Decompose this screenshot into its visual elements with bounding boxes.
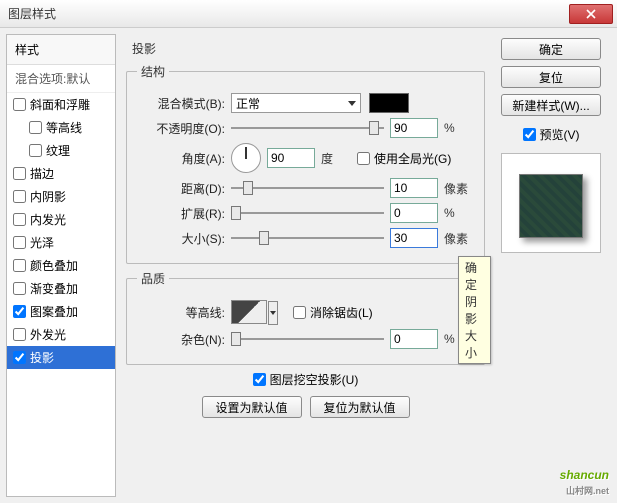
sidebar-item-label: 渐变叠加	[30, 280, 78, 297]
size-input[interactable]	[390, 228, 438, 248]
quality-group: 品质 等高线: 消除锯齿(L) 杂色(N): %	[126, 270, 485, 365]
structure-group: 结构 混合模式(B): 正常 不透明度(O): % 角度(A):	[126, 63, 485, 264]
sidebar-item-label: 内发光	[30, 211, 66, 228]
close-button[interactable]	[569, 4, 613, 24]
knockout-label: 图层挖空投影(U)	[270, 371, 359, 388]
opacity-label: 不透明度(O):	[137, 120, 225, 137]
sidebar-item-label: 投影	[30, 349, 54, 366]
sidebar-item-5[interactable]: 内发光	[7, 208, 115, 231]
opacity-input[interactable]	[390, 118, 438, 138]
sidebar-item-checkbox[interactable]	[13, 98, 26, 111]
blend-mode-value: 正常	[236, 95, 260, 112]
antialias-label: 消除锯齿(L)	[310, 304, 373, 321]
sidebar-item-4[interactable]: 内阴影	[7, 185, 115, 208]
distance-input[interactable]	[390, 178, 438, 198]
spread-slider[interactable]	[231, 204, 384, 222]
sidebar-item-label: 颜色叠加	[30, 257, 78, 274]
sidebar-item-6[interactable]: 光泽	[7, 231, 115, 254]
sidebar-item-checkbox[interactable]	[13, 259, 26, 272]
structure-legend: 结构	[137, 63, 169, 80]
sidebar-subheader[interactable]: 混合选项:默认	[7, 65, 115, 93]
sidebar-item-checkbox[interactable]	[13, 328, 26, 341]
preview-thumbnail	[519, 174, 583, 238]
angle-dial[interactable]	[231, 143, 261, 173]
opacity-slider[interactable]	[231, 119, 384, 137]
distance-slider[interactable]	[231, 179, 384, 197]
sidebar-item-checkbox[interactable]	[29, 144, 42, 157]
sidebar-item-10[interactable]: 外发光	[7, 323, 115, 346]
sidebar-item-checkbox[interactable]	[13, 213, 26, 226]
contour-picker[interactable]	[231, 300, 267, 324]
size-slider[interactable]	[231, 229, 384, 247]
sidebar-item-label: 纹理	[46, 142, 70, 159]
sidebar-item-label: 等高线	[46, 119, 82, 136]
contour-drop-icon[interactable]	[268, 301, 278, 325]
shadow-color-swatch[interactable]	[369, 93, 409, 113]
sidebar-item-label: 斜面和浮雕	[30, 96, 90, 113]
angle-input[interactable]	[267, 148, 315, 168]
sidebar-item-label: 外发光	[30, 326, 66, 343]
sidebar-item-3[interactable]: 描边	[7, 162, 115, 185]
sidebar-item-label: 描边	[30, 165, 54, 182]
sidebar-item-label: 光泽	[30, 234, 54, 251]
knockout-checkbox[interactable]: 图层挖空投影(U)	[253, 371, 359, 388]
global-light-label: 使用全局光(G)	[374, 150, 451, 167]
new-style-button[interactable]: 新建样式(W)...	[501, 94, 601, 116]
contour-label: 等高线:	[137, 304, 225, 321]
cancel-button[interactable]: 复位	[501, 66, 601, 88]
sidebar-item-label: 内阴影	[30, 188, 66, 205]
sidebar-item-7[interactable]: 颜色叠加	[7, 254, 115, 277]
preview-area	[501, 153, 601, 253]
sidebar-item-checkbox[interactable]	[13, 351, 26, 364]
noise-label: 杂色(N):	[137, 331, 225, 348]
sidebar-item-checkbox[interactable]	[29, 121, 42, 134]
blend-mode-combo[interactable]: 正常	[231, 93, 361, 113]
watermark: shancun 山村网.net	[560, 466, 609, 497]
sidebar-item-checkbox[interactable]	[13, 282, 26, 295]
antialias-checkbox[interactable]: 消除锯齿(L)	[293, 304, 373, 321]
sidebar-item-checkbox[interactable]	[13, 190, 26, 203]
dialog-title: 图层样式	[8, 5, 569, 22]
global-light-checkbox[interactable]: 使用全局光(G)	[357, 150, 451, 167]
sidebar-item-checkbox[interactable]	[13, 236, 26, 249]
sidebar-item-1[interactable]: 等高线	[7, 116, 115, 139]
layer-style-dialog: 图层样式 样式 混合选项:默认 斜面和浮雕等高线纹理描边内阴影内发光光泽颜色叠加…	[0, 0, 617, 503]
sidebar-item-8[interactable]: 渐变叠加	[7, 277, 115, 300]
sidebar-item-checkbox[interactable]	[13, 167, 26, 180]
preview-checkbox[interactable]: 预览(V)	[523, 126, 580, 143]
distance-unit: 像素	[444, 180, 474, 197]
sidebar-item-label: 图案叠加	[30, 303, 78, 320]
make-default-button[interactable]: 设置为默认值	[202, 396, 302, 418]
close-icon	[586, 9, 596, 19]
size-label: 大小(S):	[137, 230, 225, 247]
right-panel: 确定 复位 新建样式(W)... 预览(V)	[491, 34, 611, 497]
noise-slider[interactable]	[231, 330, 384, 348]
sidebar-item-9[interactable]: 图案叠加	[7, 300, 115, 323]
preview-label: 预览(V)	[540, 126, 580, 143]
styles-sidebar: 样式 混合选项:默认 斜面和浮雕等高线纹理描边内阴影内发光光泽颜色叠加渐变叠加图…	[6, 34, 116, 497]
size-tooltip: 确定阴影大小	[458, 256, 491, 364]
chevron-down-icon	[348, 101, 356, 106]
sidebar-item-0[interactable]: 斜面和浮雕	[7, 93, 115, 116]
main-panel: 投影 结构 混合模式(B): 正常 不透明度(O): %	[120, 34, 491, 497]
panel-heading: 投影	[126, 36, 485, 63]
blend-mode-label: 混合模式(B):	[137, 95, 225, 112]
spread-label: 扩展(R):	[137, 205, 225, 222]
sidebar-item-2[interactable]: 纹理	[7, 139, 115, 162]
quality-legend: 品质	[137, 270, 169, 287]
reset-default-button[interactable]: 复位为默认值	[310, 396, 410, 418]
size-unit: 像素	[444, 230, 474, 247]
noise-input[interactable]	[390, 329, 438, 349]
sidebar-item-11[interactable]: 投影	[7, 346, 115, 369]
spread-unit: %	[444, 206, 474, 220]
titlebar: 图层样式	[0, 0, 617, 28]
sidebar-item-checkbox[interactable]	[13, 305, 26, 318]
spread-input[interactable]	[390, 203, 438, 223]
angle-label: 角度(A):	[137, 150, 225, 167]
angle-unit: 度	[321, 150, 351, 167]
sidebar-header: 样式	[7, 35, 115, 65]
distance-label: 距离(D):	[137, 180, 225, 197]
opacity-unit: %	[444, 121, 474, 135]
ok-button[interactable]: 确定	[501, 38, 601, 60]
